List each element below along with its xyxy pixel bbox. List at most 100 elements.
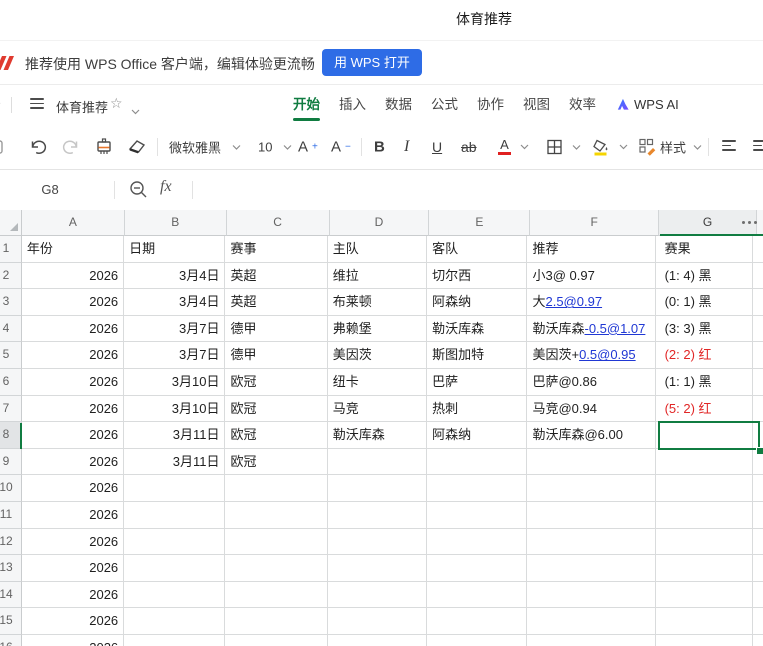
cell-B15[interactable] [124, 608, 226, 635]
cell-E11[interactable] [427, 501, 528, 529]
cell-C12[interactable] [225, 528, 328, 556]
row-header-7[interactable]: 7 [0, 395, 22, 423]
decrease-font-button[interactable]: A − [331, 139, 351, 156]
name-box[interactable]: G8 [0, 170, 100, 210]
row-header-3[interactable]: 3 [0, 289, 22, 316]
tip-link[interactable]: 0.5@0.95 [579, 347, 636, 362]
cell-G14[interactable] [655, 581, 753, 609]
cell-F6[interactable]: 巴萨@0.86 [527, 368, 656, 396]
column-header-D[interactable]: D [329, 210, 430, 236]
cell-F12[interactable] [527, 528, 656, 556]
tab-插入[interactable]: 插入 [339, 85, 366, 124]
cell-G3[interactable]: (0: 1) 黑 [655, 289, 753, 316]
cell-F4[interactable]: 勒沃库森-0.5@1.07 [527, 315, 656, 343]
cell-C10[interactable] [225, 475, 328, 502]
tab-公式[interactable]: 公式 [431, 85, 458, 124]
cell-E8[interactable]: 阿森纳 [427, 422, 528, 449]
underline-button[interactable]: U [432, 139, 442, 155]
clipped-toolbar-icon[interactable] [0, 138, 4, 156]
row-header-2[interactable]: 2 [0, 262, 22, 290]
font-size-select[interactable]: 10 [258, 140, 292, 155]
row-header-11[interactable]: 11 [0, 501, 22, 529]
zoom-search-icon[interactable] [129, 180, 148, 204]
cell-F11[interactable] [527, 501, 656, 529]
cell-D4[interactable]: 弗赖堡 [327, 315, 428, 343]
cell-B16[interactable] [124, 634, 226, 646]
cell-A12[interactable]: 2026 [21, 528, 125, 556]
cell-E14[interactable] [427, 581, 528, 609]
cell-G7[interactable]: (5: 2) 红 [655, 395, 753, 423]
cell-D13[interactable] [327, 555, 428, 582]
cell-D14[interactable] [327, 581, 428, 609]
cell-D15[interactable] [327, 608, 428, 635]
main-menu-icon[interactable] [30, 98, 44, 110]
cell-C15[interactable] [225, 608, 328, 635]
cell-B8[interactable]: 3月11日 [124, 422, 226, 449]
cell-D1[interactable]: 主队 [327, 236, 428, 263]
cell-C6[interactable]: 欧冠 [225, 368, 328, 396]
increase-font-button[interactable]: A + [298, 139, 318, 156]
format-eraser-icon[interactable] [127, 137, 147, 157]
row-header-15[interactable]: 15 [0, 608, 22, 635]
cell-G16[interactable] [655, 634, 753, 646]
tab-数据[interactable]: 数据 [385, 85, 412, 124]
cell-B6[interactable]: 3月10日 [124, 368, 226, 396]
align-center-button[interactable] [753, 139, 763, 154]
cell-F1[interactable]: 推荐 [527, 236, 656, 263]
cell-E5[interactable]: 斯图加特 [427, 342, 528, 369]
tip-link[interactable]: 2.5@0.97 [545, 294, 602, 309]
row-header-4[interactable]: 4 [0, 315, 22, 343]
align-left-button[interactable] [722, 139, 736, 154]
cell-B14[interactable] [124, 581, 226, 609]
cell-G6[interactable]: (1: 1) 黑 [655, 368, 753, 396]
cell-A13[interactable]: 2026 [21, 555, 125, 582]
cell-F8[interactable]: 勒沃库森@6.00 [527, 422, 656, 449]
column-header-C[interactable]: C [226, 210, 330, 236]
cell-D16[interactable] [327, 634, 428, 646]
row-header-9[interactable]: 9 [0, 448, 22, 476]
tip-link[interactable]: -0.5@1.07 [584, 321, 645, 336]
fill-handle[interactable] [756, 447, 763, 455]
cell-A3[interactable]: 2026 [21, 289, 125, 316]
cell-B11[interactable] [124, 501, 226, 529]
row-header-14[interactable]: 14 [0, 581, 22, 609]
cell-A14[interactable]: 2026 [21, 581, 125, 609]
tab-wps-ai[interactable]: WPS AI [615, 97, 679, 112]
cell-B3[interactable]: 3月4日 [124, 289, 226, 316]
row-header-13[interactable]: 13 [0, 555, 22, 582]
cell-E4[interactable]: 勒沃库森 [427, 315, 528, 343]
font-color-button[interactable]: A [498, 138, 529, 155]
cell-E6[interactable]: 巴萨 [427, 368, 528, 396]
cell-E15[interactable] [427, 608, 528, 635]
cell-E10[interactable] [427, 475, 528, 502]
doc-menu-chevron-icon[interactable] [131, 102, 140, 120]
cell-C3[interactable]: 英超 [225, 289, 328, 316]
row-header-1[interactable]: 1 [0, 236, 22, 263]
cell-G5[interactable]: (2: 2) 红 [655, 342, 753, 369]
cell-B13[interactable] [124, 555, 226, 582]
row-header-5[interactable]: 5 [0, 342, 22, 369]
tab-开始[interactable]: 开始 [293, 85, 320, 124]
cell-D9[interactable] [327, 448, 428, 476]
tab-视图[interactable]: 视图 [523, 85, 550, 124]
cell-F14[interactable] [527, 581, 656, 609]
cell-E9[interactable] [427, 448, 528, 476]
cell-A8[interactable]: 2026 [21, 422, 125, 449]
cell-B1[interactable]: 日期 [124, 236, 226, 263]
cell-A10[interactable]: 2026 [21, 475, 125, 502]
cell-G15[interactable] [655, 608, 753, 635]
new-tab-plus-icon[interactable]: + [0, 94, 1, 114]
row-header-8[interactable]: 8 [0, 422, 22, 449]
borders-button[interactable] [546, 139, 581, 156]
cell-C11[interactable] [225, 501, 328, 529]
cell-G1[interactable]: 赛果 [655, 236, 753, 263]
cell-A1[interactable]: 年份 [21, 236, 125, 263]
column-header-E[interactable]: E [429, 210, 531, 236]
cell-B4[interactable]: 3月7日 [124, 315, 226, 343]
cell-E7[interactable]: 热刺 [427, 395, 528, 423]
cell-C4[interactable]: 德甲 [225, 315, 328, 343]
more-columns-button[interactable] [742, 221, 757, 224]
row-header-12[interactable]: 12 [0, 528, 22, 556]
column-header-A[interactable]: A [21, 210, 125, 236]
cell-E1[interactable]: 客队 [427, 236, 528, 263]
